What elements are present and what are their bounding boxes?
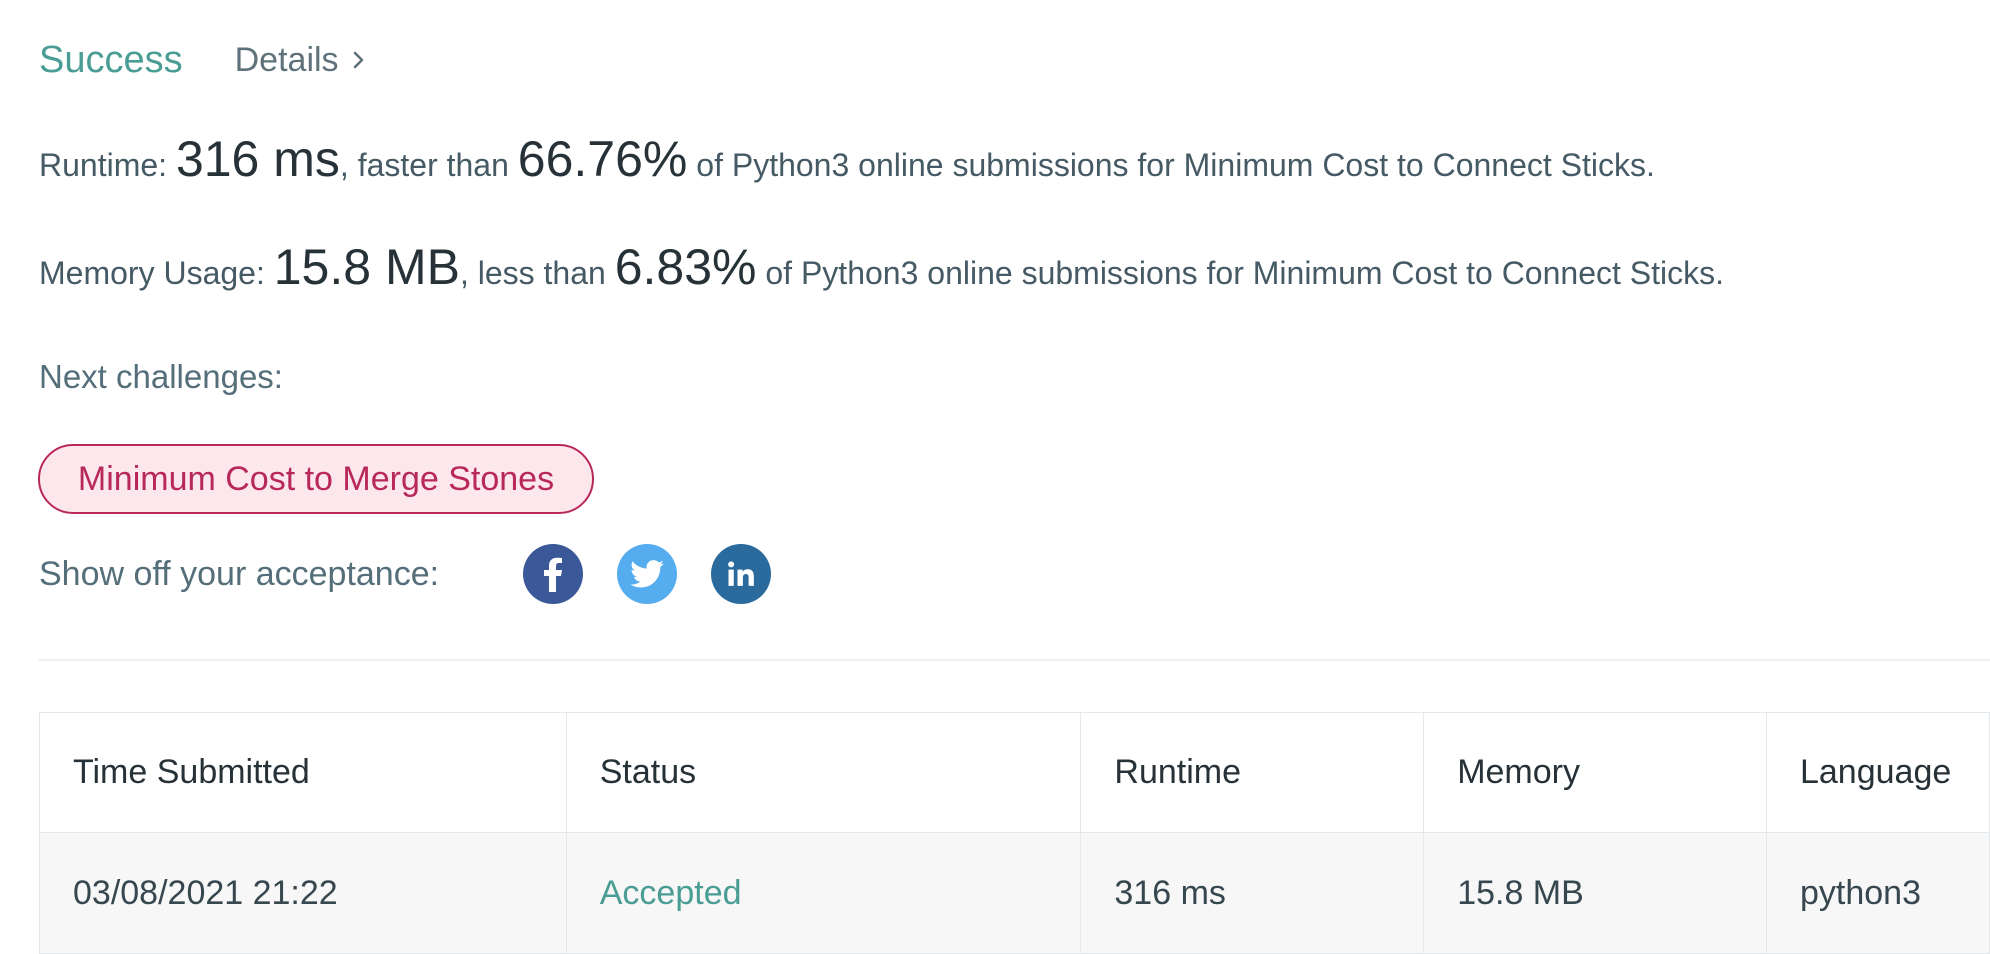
share-label: Show off your acceptance:: [39, 554, 440, 593]
memory-summary: Memory Usage: 15.8 MB, less than 6.83% o…: [39, 238, 1724, 296]
table-header-row: Time Submitted Status Runtime Memory Lan…: [39, 712, 1990, 833]
memory-suffix: of Python3 online submissions for Minimu…: [756, 255, 1724, 291]
cell-time-submitted: 03/08/2021 21:22: [39, 832, 567, 954]
column-header-language[interactable]: Language: [1765, 712, 1990, 833]
next-challenges-label: Next challenges:: [39, 358, 283, 395]
next-challenge-link[interactable]: Minimum Cost to Merge Stones: [38, 444, 594, 514]
chevron-right-icon: [353, 51, 365, 69]
details-label: Details: [234, 40, 339, 79]
cell-runtime: 316 ms: [1080, 832, 1425, 954]
table-row: 03/08/2021 21:22 Accepted 316 ms 15.8 MB…: [39, 832, 1990, 954]
facebook-icon[interactable]: [523, 544, 583, 604]
cell-status-link[interactable]: Accepted: [565, 832, 1082, 954]
cell-language: python3: [1765, 832, 1990, 954]
result-status-title: Success: [39, 38, 183, 81]
submissions-table: Time Submitted Status Runtime Memory Lan…: [39, 712, 1990, 954]
column-header-time-submitted[interactable]: Time Submitted: [39, 712, 567, 833]
runtime-value: 316 ms: [175, 131, 340, 187]
runtime-middle: , faster than: [339, 147, 518, 183]
memory-middle: , less than: [459, 255, 615, 291]
runtime-summary: Runtime: 316 ms, faster than 66.76% of P…: [39, 130, 1655, 188]
column-header-memory[interactable]: Memory: [1423, 712, 1767, 833]
result-header: Success Details: [39, 30, 365, 90]
runtime-suffix: of Python3 online submissions for Minimu…: [687, 147, 1655, 183]
section-divider: [39, 659, 1990, 661]
linkedin-icon[interactable]: [711, 544, 771, 604]
memory-percent: 6.83%: [614, 239, 757, 295]
column-header-status[interactable]: Status: [565, 712, 1082, 833]
runtime-percent: 66.76%: [517, 131, 688, 187]
details-link[interactable]: Details: [235, 41, 365, 80]
cell-memory: 15.8 MB: [1423, 832, 1767, 954]
memory-prefix: Memory Usage:: [39, 255, 274, 291]
memory-value: 15.8 MB: [273, 239, 460, 295]
share-row: Show off your acceptance:: [39, 543, 771, 605]
column-header-runtime[interactable]: Runtime: [1080, 712, 1425, 833]
runtime-prefix: Runtime:: [39, 147, 176, 183]
twitter-icon[interactable]: [617, 544, 677, 604]
